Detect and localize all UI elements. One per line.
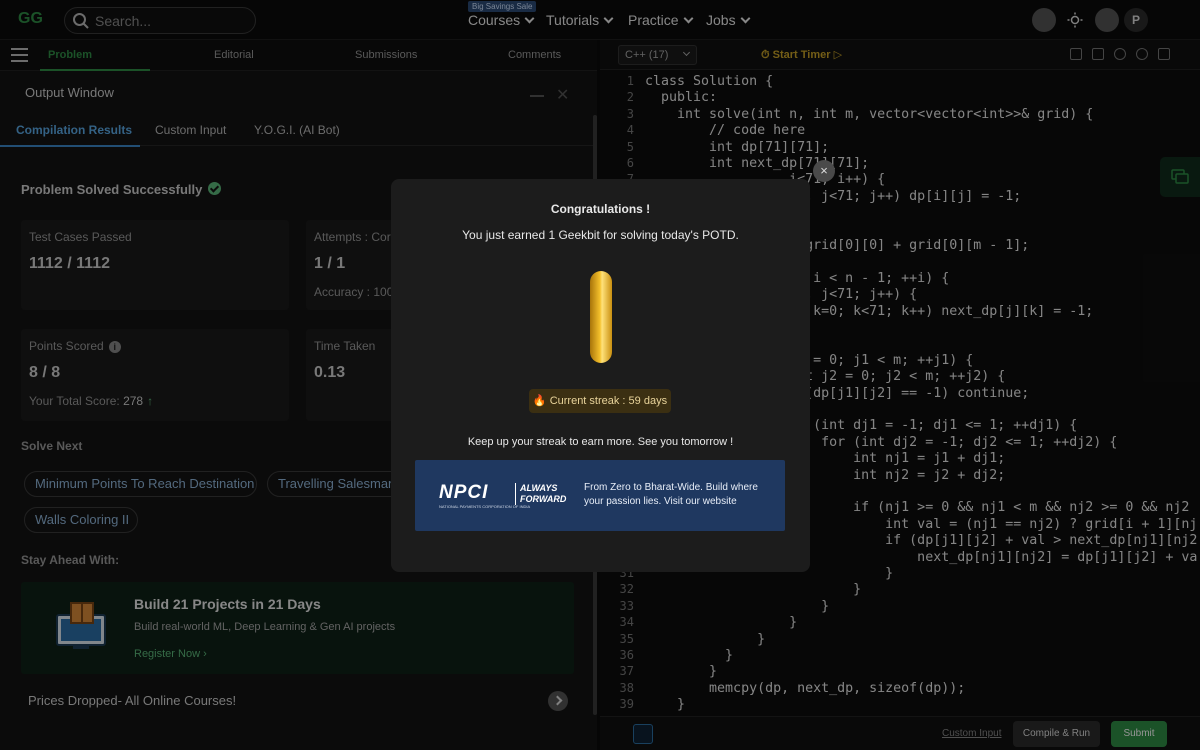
streak-text: Current streak : 59 days (549, 395, 668, 407)
tagline-line1: ALWAYS (520, 483, 558, 493)
modal-close-button[interactable]: × (813, 160, 835, 182)
npci-logo: NPCI (439, 482, 489, 503)
fire-icon: 🔥 (532, 395, 547, 407)
coin-icon (590, 271, 612, 363)
geekbit-earned-text: You just earned 1 Geekbit for solving to… (462, 228, 739, 242)
banner-text: From Zero to Bharat-Wide. Build where yo… (584, 482, 758, 507)
always-forward-tagline: ALWAYS FORWARD (515, 483, 566, 505)
modal-title: Congratulations ! (550, 202, 651, 216)
congrats-modal: Congratulations ! You just earned 1 Geek… (391, 179, 810, 572)
tagline-line2: FORWARD (520, 494, 567, 504)
npci-ad-banner[interactable]: NPCI NATIONAL PAYMENTS CORPORATION OF IN… (415, 460, 785, 531)
keep-up-text: Keep up your streak to earn more. See yo… (467, 436, 734, 448)
streak-badge: 🔥 Current streak : 59 days (529, 389, 671, 413)
